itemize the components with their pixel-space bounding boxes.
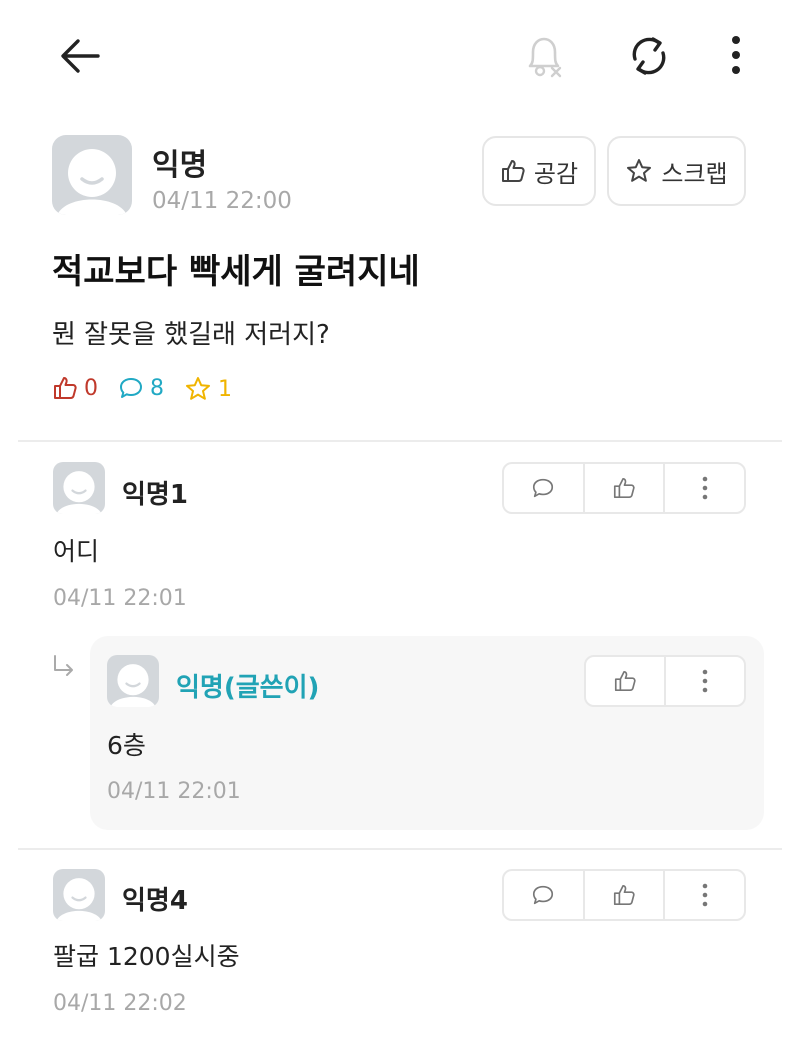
thumbs-up-icon [501, 160, 525, 182]
star-icon [186, 377, 210, 400]
comment-more-button[interactable] [663, 871, 744, 919]
refresh-button[interactable] [626, 33, 672, 79]
arrow-left-icon [61, 39, 100, 73]
comment-actions [502, 462, 746, 514]
like-button-label: 공감 [533, 159, 579, 188]
scrap-count-value: 1 [218, 376, 232, 402]
more-vertical-icon [702, 883, 707, 907]
thumbs-up-icon [613, 477, 635, 499]
avatar [52, 135, 132, 215]
star-icon [627, 159, 652, 182]
comment-icon [533, 885, 554, 905]
comment-icon [120, 378, 142, 398]
notification-toggle[interactable] [520, 30, 570, 80]
reply-body: 6층 [107, 731, 146, 760]
comment-like-button[interactable] [582, 871, 664, 919]
refresh-icon [632, 37, 666, 75]
more-vertical-icon [702, 476, 707, 500]
thumbs-up-icon [54, 377, 77, 399]
reply-button[interactable] [504, 871, 583, 919]
comment-count: 8 [118, 375, 164, 401]
comment-timestamp: 04/11 22:01 [53, 586, 187, 611]
comment-body: 팔굽 1200실시중 [53, 942, 240, 971]
post-author: 익명 [152, 148, 208, 183]
reply-author: 익명(글쓴이) [176, 673, 320, 703]
thumbs-up-icon [614, 670, 636, 692]
post-body: 뭔 잘못을 했길래 저러지? [52, 320, 330, 350]
like-button[interactable]: 공감 [482, 136, 596, 206]
comment-more-button[interactable] [663, 464, 744, 512]
thumbs-up-icon [613, 884, 635, 906]
post-title: 적교보다 빡세게 굴려지네 [52, 252, 420, 292]
reply-button[interactable] [504, 464, 583, 512]
comment-icon [533, 478, 554, 498]
reply-like-button[interactable] [586, 657, 664, 705]
like-count-value: 0 [84, 375, 98, 401]
like-count: 0 [52, 375, 98, 401]
back-button[interactable] [58, 36, 102, 76]
scrap-button-label: 스크랩 [661, 159, 728, 188]
comment-author: 익명4 [122, 886, 188, 916]
comment-author: 익명1 [122, 480, 188, 510]
reply-more-button[interactable] [664, 657, 744, 705]
divider [18, 440, 782, 442]
more-vertical-icon [732, 36, 740, 74]
comment-body: 어디 [53, 537, 100, 566]
reply-timestamp: 04/11 22:01 [107, 779, 241, 804]
comment-timestamp: 04/11 22:02 [53, 991, 187, 1016]
scrap-count: 1 [184, 375, 232, 403]
notification-off-icon [528, 37, 562, 78]
avatar [53, 869, 105, 921]
comment-like-button[interactable] [582, 464, 664, 512]
more-button[interactable] [726, 34, 746, 78]
comment-actions [502, 869, 746, 921]
divider [18, 848, 782, 850]
reply-arrow-icon [52, 654, 78, 684]
comment-count-value: 8 [150, 375, 164, 401]
post-timestamp: 04/11 22:00 [152, 188, 292, 214]
more-vertical-icon [702, 669, 708, 693]
avatar [53, 462, 105, 514]
scrap-button[interactable]: 스크랩 [607, 136, 746, 206]
avatar [107, 655, 159, 707]
reply-actions [584, 655, 746, 707]
